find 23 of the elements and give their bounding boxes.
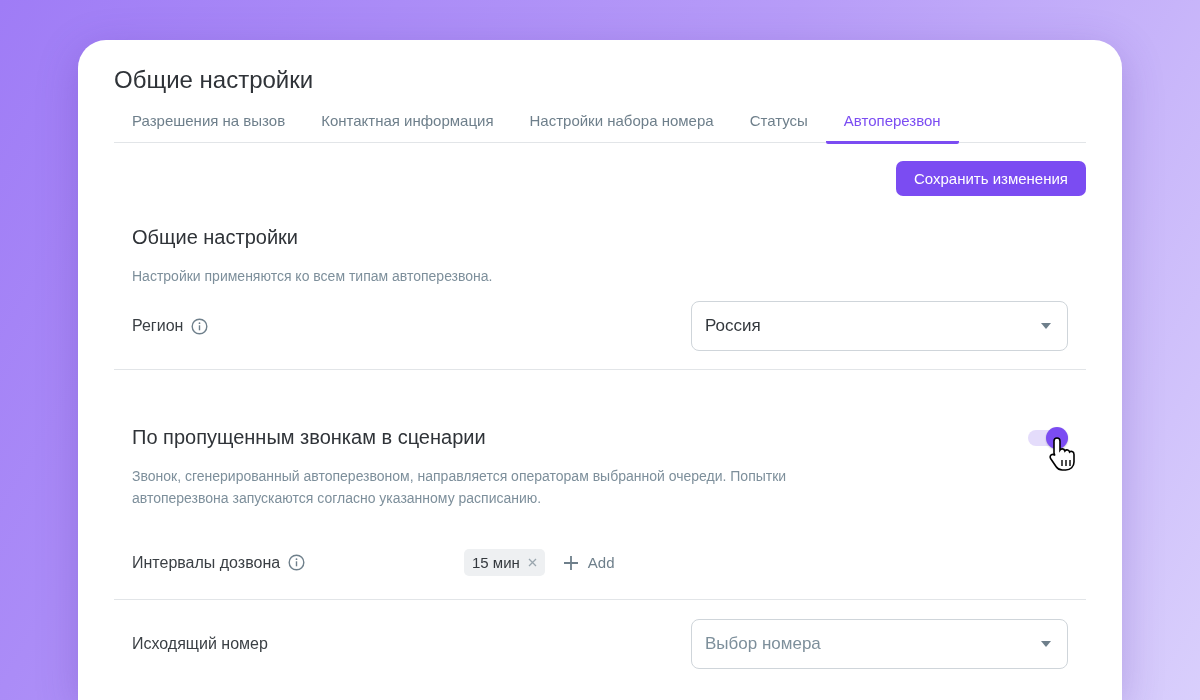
region-select[interactable]: Россия xyxy=(691,301,1068,351)
tab[interactable]: Контактная информация xyxy=(303,108,512,144)
info-icon xyxy=(191,317,209,335)
interval-chip[interactable]: 15 мин xyxy=(464,549,545,576)
number-select[interactable]: Выбор номера xyxy=(691,619,1068,669)
page-title: Общие настройки xyxy=(114,66,315,94)
section-title: По пропущенным звонкам в сценарии xyxy=(132,426,486,449)
tab[interactable]: Статусы xyxy=(731,108,826,144)
info-icon xyxy=(288,554,306,571)
tab[interactable]: Разрешения на вызов xyxy=(114,108,304,144)
add-button[interactable]: Add xyxy=(563,554,615,571)
field-label: Исходящий номер xyxy=(132,635,268,653)
tab[interactable]: Автоперезвон xyxy=(825,108,959,144)
caret-icon xyxy=(1041,641,1051,647)
plus-icon xyxy=(563,555,578,570)
section-description: Настройки применяются ко всем типам автоперезвона. xyxy=(132,267,494,286)
section-title: Общие настройки xyxy=(132,226,299,249)
caret-icon xyxy=(1041,323,1051,329)
field-label: Регион xyxy=(132,317,184,335)
tab[interactable]: Настройки набора номера xyxy=(511,108,732,144)
save-button[interactable]: Сохранить изменения xyxy=(895,161,1086,196)
section-description: Звонок, сгенерированный автоперезвоном, направляется операторам выбранной очереди. Попытки автоперезвона запускаются согласно указанному расписанию. xyxy=(132,467,788,508)
field-label: Интервалы дозвона xyxy=(132,553,281,572)
